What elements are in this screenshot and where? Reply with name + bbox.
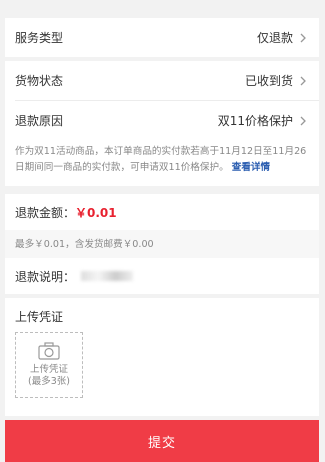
refund-reason-row[interactable]: 退款原因 双11价格保护 xyxy=(5,101,319,140)
service-type-value: 仅退款 xyxy=(256,31,293,45)
refund-amount-value: ￥0.01 xyxy=(75,205,117,220)
chevron-right-icon xyxy=(300,76,306,85)
goods-status-label: 货物状态 xyxy=(15,74,64,88)
upload-proof-box-label: 上传凭证 xyxy=(29,364,68,375)
refund-amount-label: 退款金额： xyxy=(15,205,76,220)
goods-status-value: 已收到货 xyxy=(244,74,293,88)
refund-options-card: 服务类型 仅退款 xyxy=(5,18,319,57)
goods-status-card: 货物状态 已收到货 退款原因 双11价格保护 作为双11活动商品，本订单商品的实… xyxy=(5,61,319,186)
refund-reason-value: 双11价格保护 xyxy=(217,114,293,128)
service-type-label: 服务类型 xyxy=(15,31,64,45)
upload-proof-button[interactable]: 上传凭证 (最多3张) xyxy=(15,332,83,398)
refund-amount-card: 退款金额：￥0.01 xyxy=(5,194,319,230)
submit-button[interactable]: 提交 xyxy=(5,420,319,462)
refund-hint-bar: 最多￥0.01，含发货邮费￥0.00 xyxy=(5,230,319,260)
upload-proof-limit: (最多3张) xyxy=(28,376,70,387)
camera-icon xyxy=(38,342,60,360)
upload-proof-title: 上传凭证 xyxy=(15,310,64,324)
refund-explain-card: 退款说明： xyxy=(5,258,319,294)
view-details-link[interactable]: 查看详情 xyxy=(232,162,270,173)
refund-reason-label: 退款原因 xyxy=(15,114,64,128)
refund-explain-row[interactable]: 退款说明： xyxy=(5,258,319,294)
refund-amount-hint: 最多￥0.01，含发货邮费￥0.00 xyxy=(5,230,319,260)
chevron-right-icon xyxy=(300,33,306,42)
refund-page: 服务类型 仅退款 货物状态 已收到货 退款原因 双11价格保护 作为双11活动商… xyxy=(0,0,325,462)
chevron-right-icon xyxy=(300,116,306,125)
refund-amount-row[interactable]: 退款金额：￥0.01 xyxy=(5,194,319,230)
refund-explain-input-blurred[interactable] xyxy=(81,271,134,281)
goods-status-row[interactable]: 货物状态 已收到货 xyxy=(5,61,319,100)
service-type-row[interactable]: 服务类型 仅退款 xyxy=(5,18,319,57)
price-protection-note: 作为双11活动商品，本订单商品的实付款若高于11月12日至11月26日期间同一商… xyxy=(5,140,319,186)
refund-explain-label: 退款说明： xyxy=(15,269,76,284)
